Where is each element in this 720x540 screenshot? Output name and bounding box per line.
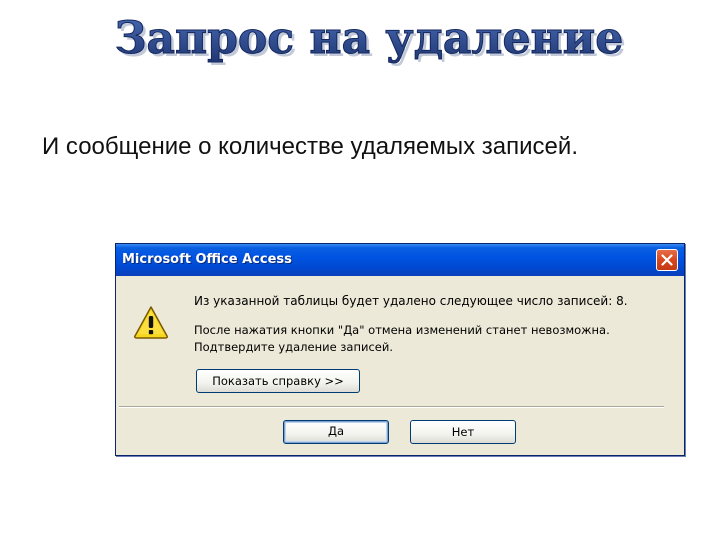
dialog-separator	[119, 406, 664, 408]
slide-title-text: Запрос на удаление	[115, 13, 624, 64]
slide-subtitle: И сообщение о количестве удаляемых запис…	[42, 133, 578, 160]
slide-title: Запрос на удаление Запрос на удаление	[0, 6, 720, 70]
close-icon	[661, 254, 673, 266]
warning-icon	[134, 306, 168, 339]
dialog-title: Microsoft Office Access	[122, 252, 292, 267]
yes-button[interactable]: Да	[283, 420, 389, 444]
message-detail-2: Подтвердите удаление записей.	[194, 340, 393, 354]
dialog-titlebar[interactable]: Microsoft Office Access	[116, 244, 684, 276]
show-help-button[interactable]: Показать справку >>	[196, 369, 360, 393]
delete-confirm-dialog: Microsoft Office Access Из указанной таб…	[115, 243, 685, 456]
message-main: Из указанной таблицы будет удалено следу…	[194, 294, 628, 308]
close-button[interactable]	[656, 249, 678, 271]
message-detail-1: После нажатия кнопки "Да" отмена изменен…	[194, 323, 610, 337]
no-button[interactable]: Нет	[410, 420, 516, 444]
